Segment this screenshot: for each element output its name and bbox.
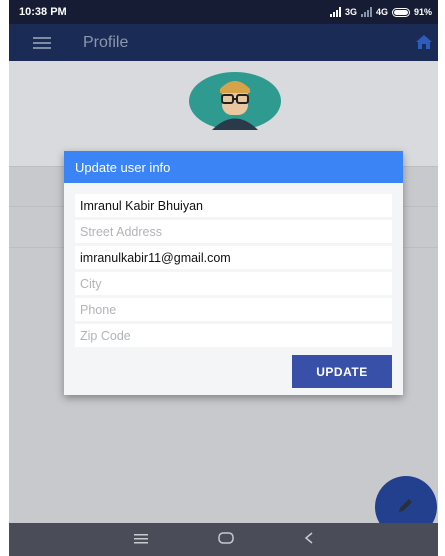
street-address-field[interactable] xyxy=(75,220,392,243)
email-field[interactable] xyxy=(75,246,392,269)
signal-icon xyxy=(329,7,341,17)
avatar[interactable] xyxy=(188,71,282,131)
status-bar: 10:38 PM 3G 4G 91% xyxy=(9,0,438,24)
page-title: Profile xyxy=(83,33,129,51)
back-nav-icon[interactable] xyxy=(304,531,314,549)
pencil-edit-icon xyxy=(397,496,415,519)
hamburger-menu-icon[interactable] xyxy=(23,24,61,61)
city-field[interactable] xyxy=(75,272,392,295)
home-nav-icon[interactable] xyxy=(217,531,234,549)
phone-field[interactable] xyxy=(75,298,392,321)
battery-level: 91% xyxy=(413,7,432,17)
signal-icon xyxy=(360,7,372,17)
app-bar: Profile xyxy=(9,24,438,61)
phone-screen: 10:38 PM 3G 4G 91% Profile Update user i… xyxy=(9,0,438,556)
status-time: 10:38 PM xyxy=(19,6,67,18)
menu-nav-icon[interactable] xyxy=(133,531,148,549)
network-label-1: 3G xyxy=(344,7,357,17)
battery-icon xyxy=(391,7,410,17)
dialog-body: UPDATE xyxy=(64,183,403,388)
status-indicators: 3G 4G 91% xyxy=(329,7,432,17)
home-icon[interactable] xyxy=(416,35,432,54)
network-label-2: 4G xyxy=(375,7,388,17)
update-button[interactable]: UPDATE xyxy=(292,355,392,388)
dialog-title: Update user info xyxy=(64,151,403,183)
name-field[interactable] xyxy=(75,194,392,217)
update-user-dialog: Update user info UPDATE xyxy=(64,151,403,395)
zip-code-field[interactable] xyxy=(75,324,392,347)
android-nav-bar xyxy=(9,523,438,556)
